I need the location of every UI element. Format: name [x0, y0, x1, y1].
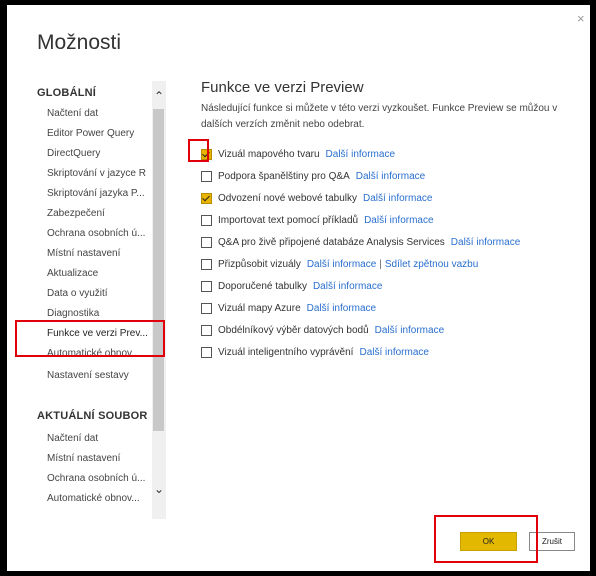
options-dialog: Možnosti × GLOBÁLNÍ Načtení dat Editor P… [7, 5, 590, 571]
learn-more-link[interactable]: Další informace [451, 237, 520, 248]
checkbox-import-text[interactable] [201, 214, 212, 226]
option-smart-narrative: Vizuál inteligentního vyprávění Další in… [201, 345, 429, 359]
sidebar-item-python-scripting[interactable]: Skriptování jazyka P... [47, 188, 155, 199]
checkbox-customize-visuals[interactable] [201, 258, 212, 270]
learn-more-link[interactable]: Další informace [307, 259, 376, 270]
learn-more-link[interactable]: Další informace [375, 325, 444, 336]
learn-more-link[interactable]: Další informace [359, 347, 428, 358]
ok-button-highlight [434, 515, 538, 563]
section-title: Funkce ve verzi Preview [201, 79, 364, 96]
sidebar-item-file-privacy[interactable]: Ochrana osobních ú... [47, 473, 155, 484]
learn-more-link[interactable]: Další informace [313, 281, 382, 292]
checkbox-smart-narrative[interactable] [201, 346, 212, 358]
option-label: Vizuál mapy Azure [218, 302, 301, 314]
option-label: Podpora španělštiny pro Q&A [218, 170, 350, 182]
sidebar-item-power-query[interactable]: Editor Power Query [47, 128, 155, 139]
sidebar-item-file-nacteni-dat[interactable]: Načtení dat [47, 433, 155, 444]
scroll-down-icon[interactable]: ⌄ [154, 482, 164, 496]
link-separator: | [379, 258, 382, 270]
sidebar-item-security[interactable]: Zabezpečení [47, 208, 155, 219]
learn-more-link[interactable]: Další informace [363, 193, 432, 204]
sidebar-item-usage-data[interactable]: Data o využití [47, 288, 155, 299]
option-azure-map: Vizuál mapy Azure Další informace [201, 301, 376, 315]
option-label: Doporučené tabulky [218, 280, 307, 292]
learn-more-link[interactable]: Další informace [356, 171, 425, 182]
option-label: Vizuál inteligentního vyprávění [218, 346, 354, 358]
option-label: Importovat text pomocí příkladů [218, 214, 359, 226]
option-qa-analysis-services: Q&A pro živě připojené databáze Analysis… [201, 235, 520, 249]
option-label: Q&A pro živě připojené databáze Analysis… [218, 236, 445, 248]
option-recommended-tables: Doporučené tabulky Další informace [201, 279, 382, 293]
option-label: Přizpůsobit vizuály [218, 258, 301, 270]
checkbox-qa-analysis-services[interactable] [201, 236, 212, 248]
sidebar-item-report-settings[interactable]: Nastavení sestavy [47, 370, 155, 381]
option-import-text: Importovat text pomocí příkladů Další in… [201, 213, 434, 227]
checkbox-spanish-qa[interactable] [201, 170, 212, 182]
option-label: Odvození nové webové tabulky [218, 192, 357, 204]
close-icon[interactable]: × [577, 11, 585, 26]
checkbox-highlight [188, 139, 209, 162]
sidebar-section-global: GLOBÁLNÍ [37, 87, 97, 99]
checkbox-azure-map[interactable] [201, 302, 212, 314]
scroll-up-icon[interactable]: ⌃ [154, 89, 164, 103]
dialog-title: Možnosti [37, 31, 122, 54]
checkbox-recommended-tables[interactable] [201, 280, 212, 292]
sidebar-section-current-file: AKTUÁLNÍ SOUBOR [37, 410, 148, 422]
sidebar-selection-highlight [15, 320, 165, 357]
option-spanish-qa: Podpora španělštiny pro Q&A Další inform… [201, 169, 425, 183]
sidebar-item-diagnostics[interactable]: Diagnostika [47, 308, 155, 319]
option-label: Vizuál mapového tvaru [218, 148, 320, 160]
sidebar-item-privacy[interactable]: Ochrana osobních ú... [47, 228, 155, 239]
sidebar-item-r-scripting[interactable]: Skriptování v jazyce R [47, 168, 155, 179]
option-shape-map: Vizuál mapového tvaru Další informace [201, 147, 395, 161]
learn-more-link[interactable]: Další informace [326, 149, 395, 160]
feedback-link[interactable]: Sdílet zpětnou vazbu [385, 259, 478, 270]
checkbox-web-table[interactable] [201, 192, 212, 204]
sidebar-item-directquery[interactable]: DirectQuery [47, 148, 155, 159]
option-label: Obdélníkový výběr datových bodů [218, 324, 369, 336]
section-description: Následující funkce si můžete v této verz… [201, 103, 558, 130]
checkbox-rectangle-select[interactable] [201, 324, 212, 336]
option-customize-visuals: Přizpůsobit vizuály Další informace | Sd… [201, 257, 478, 271]
sidebar-item-nacteni-dat[interactable]: Načtení dat [47, 108, 155, 119]
sidebar-item-updates[interactable]: Aktualizace [47, 268, 155, 279]
learn-more-link[interactable]: Další informace [364, 215, 433, 226]
sidebar-item-file-auto-recovery[interactable]: Automatické obnov... [47, 493, 155, 504]
learn-more-link[interactable]: Další informace [307, 303, 376, 314]
option-web-table: Odvození nové webové tabulky Další infor… [201, 191, 432, 205]
options-sidebar: GLOBÁLNÍ Načtení dat Editor Power Query … [37, 81, 169, 519]
sidebar-item-file-regional[interactable]: Místní nastavení [47, 453, 155, 464]
sidebar-item-regional[interactable]: Místní nastavení [47, 248, 155, 259]
sidebar-scroll-thumb[interactable] [153, 109, 164, 431]
option-rectangle-select: Obdélníkový výběr datových bodů Další in… [201, 323, 444, 337]
